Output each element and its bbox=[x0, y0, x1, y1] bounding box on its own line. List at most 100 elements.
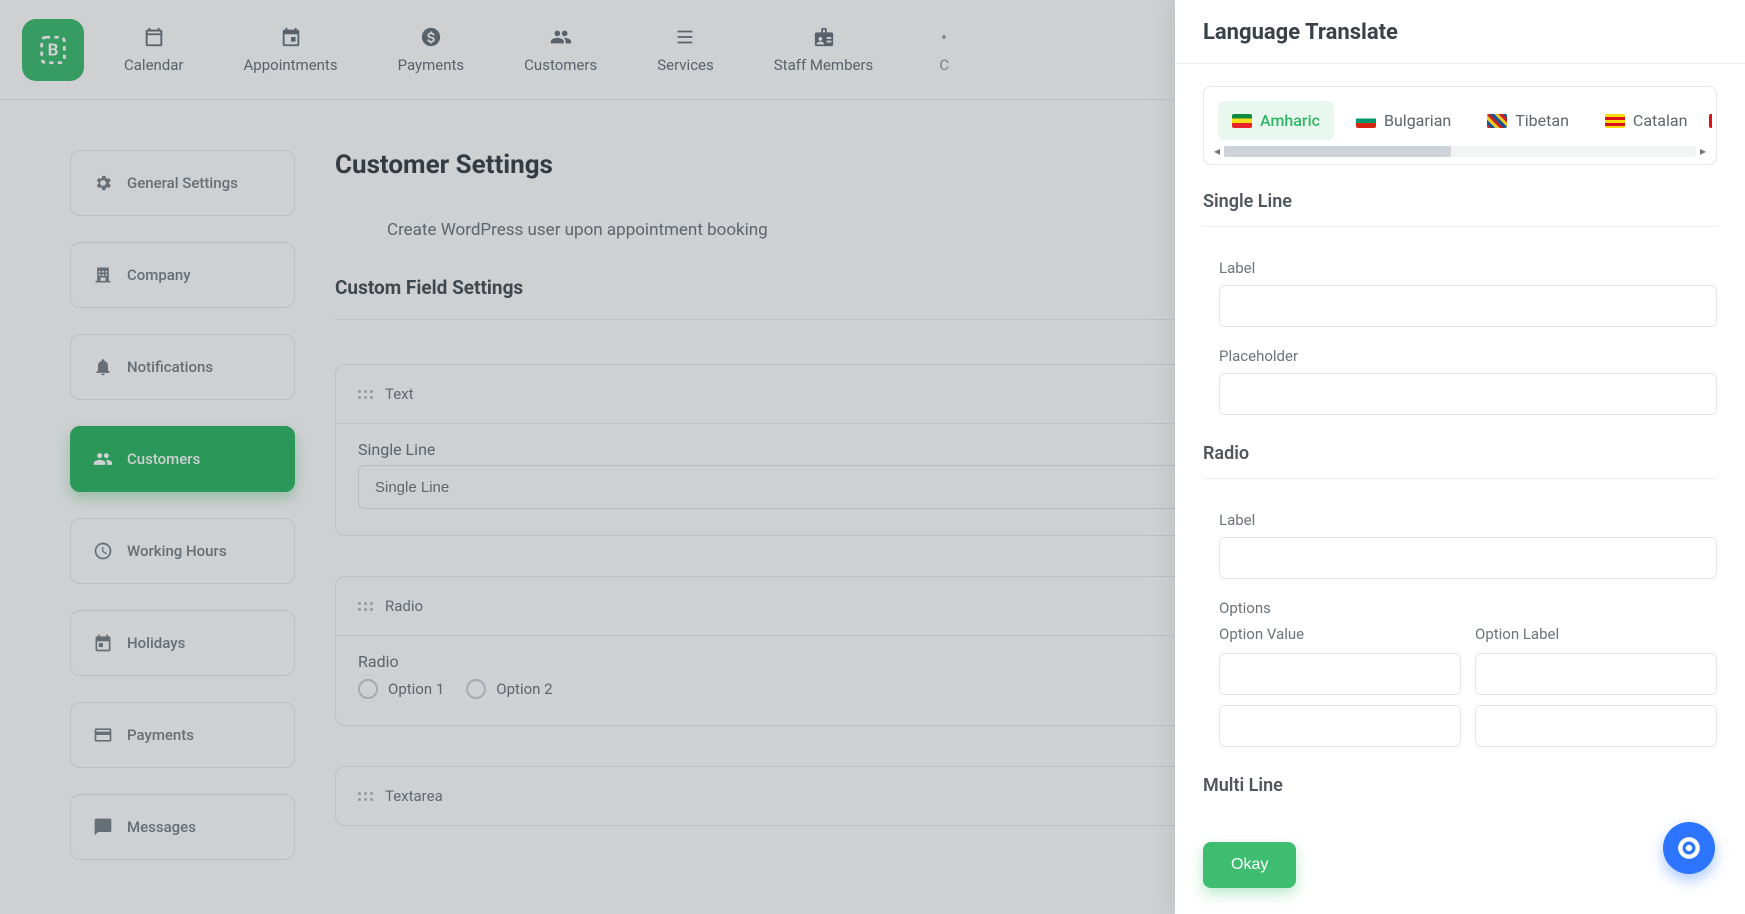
gear-icon bbox=[93, 173, 113, 193]
language-scrollbar[interactable]: ◂ ▸ bbox=[1208, 144, 1712, 160]
language-translate-drawer: Language Translate Amharic Bulgarian Tib… bbox=[1175, 0, 1745, 914]
sidebar-label: Payments bbox=[127, 726, 194, 744]
language-tabs-container: Amharic Bulgarian Tibetan Catalan bbox=[1203, 86, 1717, 165]
option-value-input-2[interactable] bbox=[1219, 705, 1461, 747]
list-icon bbox=[674, 26, 696, 48]
nav-label: Customers bbox=[524, 56, 597, 74]
more-icon bbox=[933, 26, 955, 48]
nav-label: Calendar bbox=[124, 56, 184, 74]
lang-tab-tibetan[interactable]: Tibetan bbox=[1473, 101, 1583, 140]
lifebuoy-icon bbox=[1676, 835, 1702, 861]
people-icon bbox=[93, 449, 113, 469]
nav-more[interactable]: C bbox=[933, 26, 955, 74]
lang-tab-amharic[interactable]: Amharic bbox=[1218, 101, 1334, 140]
radio-label-input[interactable] bbox=[1219, 537, 1717, 579]
nav-label: Staff Members bbox=[774, 56, 874, 74]
label-field-label: Label bbox=[1219, 259, 1717, 277]
okay-button[interactable]: Okay bbox=[1203, 842, 1296, 888]
single-line-label-input[interactable] bbox=[1219, 285, 1717, 327]
nav-payments[interactable]: Payments bbox=[398, 26, 465, 74]
drag-handle-icon[interactable] bbox=[358, 602, 373, 611]
app-logo[interactable]: B bbox=[22, 19, 84, 81]
flag-tibet-icon bbox=[1487, 114, 1507, 128]
section-single-line-title: Single Line bbox=[1203, 191, 1717, 227]
nav-appointments[interactable]: Appointments bbox=[244, 26, 338, 74]
nav-label: Payments bbox=[398, 56, 465, 74]
language-tabs: Amharic Bulgarian Tibetan Catalan bbox=[1208, 101, 1712, 144]
nav-customers[interactable]: Customers bbox=[524, 26, 597, 74]
scroll-thumb[interactable] bbox=[1224, 146, 1451, 157]
sidebar-label: General Settings bbox=[127, 174, 238, 192]
flag-partial-icon bbox=[1709, 114, 1712, 128]
sidebar-label: Notifications bbox=[127, 358, 213, 376]
sidebar-label: Working Hours bbox=[127, 542, 227, 560]
option-value-input-1[interactable] bbox=[1219, 653, 1461, 695]
section-radio-title: Radio bbox=[1203, 443, 1717, 479]
nav-label: Appointments bbox=[244, 56, 338, 74]
lang-tab-bulgarian[interactable]: Bulgarian bbox=[1342, 101, 1465, 140]
lang-name: Catalan bbox=[1633, 111, 1687, 130]
drawer-footer: Okay bbox=[1175, 824, 1745, 914]
nav-calendar[interactable]: Calendar bbox=[124, 26, 184, 74]
scroll-left-icon[interactable]: ◂ bbox=[1210, 144, 1224, 158]
sidebar-general-settings[interactable]: General Settings bbox=[70, 150, 295, 216]
drawer-header: Language Translate bbox=[1175, 0, 1745, 64]
radio-fields: Label Options Option Value Option Label bbox=[1203, 491, 1717, 765]
drag-handle-icon[interactable] bbox=[358, 792, 373, 801]
help-fab[interactable] bbox=[1663, 822, 1715, 874]
sidebar-customers[interactable]: Customers bbox=[70, 426, 295, 492]
option-label-header: Option Label bbox=[1475, 625, 1717, 643]
clock-icon bbox=[93, 541, 113, 561]
radio-icon bbox=[466, 679, 486, 699]
sidebar-label: Company bbox=[127, 266, 191, 284]
radio-icon bbox=[358, 679, 378, 699]
nav-label: Services bbox=[657, 56, 714, 74]
calendar-event-icon bbox=[93, 633, 113, 653]
option-label-input-2[interactable] bbox=[1475, 705, 1717, 747]
lang-name: Tibetan bbox=[1515, 111, 1569, 130]
option-label-input-1[interactable] bbox=[1475, 653, 1717, 695]
scroll-track[interactable] bbox=[1224, 146, 1696, 157]
single-line-placeholder-input[interactable] bbox=[1219, 373, 1717, 415]
options-header: Option Value Option Label bbox=[1219, 625, 1717, 643]
sidebar-messages[interactable]: Messages bbox=[70, 794, 295, 860]
lang-name: Amharic bbox=[1260, 111, 1320, 130]
sidebar-label: Messages bbox=[127, 818, 196, 836]
sidebar-company[interactable]: Company bbox=[70, 242, 295, 308]
credit-card-icon bbox=[93, 725, 113, 745]
radio-option-label: Option 1 bbox=[388, 680, 444, 698]
radio-option-2[interactable]: Option 2 bbox=[466, 679, 552, 699]
sidebar-notifications[interactable]: Notifications bbox=[70, 334, 295, 400]
options-label: Options bbox=[1219, 599, 1717, 617]
checkbox-label: Create WordPress user upon appointment b… bbox=[387, 220, 768, 240]
option-value-header: Option Value bbox=[1219, 625, 1461, 643]
lang-tab-catalan[interactable]: Catalan bbox=[1591, 101, 1701, 140]
nav-label: C bbox=[939, 56, 949, 74]
placeholder-field-label: Placeholder bbox=[1219, 347, 1717, 365]
sidebar-working-hours[interactable]: Working Hours bbox=[70, 518, 295, 584]
scroll-right-icon[interactable]: ▸ bbox=[1696, 144, 1710, 158]
section-multi-line-title: Multi Line bbox=[1203, 775, 1717, 796]
sidebar-payments[interactable]: Payments bbox=[70, 702, 295, 768]
lang-tab-more[interactable] bbox=[1709, 101, 1712, 140]
flag-bulgaria-icon bbox=[1356, 114, 1376, 128]
flag-catalonia-icon bbox=[1605, 114, 1625, 128]
lang-name: Bulgarian bbox=[1384, 111, 1451, 130]
calendar-icon bbox=[143, 26, 165, 48]
drawer-body: Amharic Bulgarian Tibetan Catalan bbox=[1175, 64, 1745, 824]
sidebar-holidays[interactable]: Holidays bbox=[70, 610, 295, 676]
card-title: Textarea bbox=[385, 787, 443, 805]
card-title: Radio bbox=[385, 597, 423, 615]
bell-icon bbox=[93, 357, 113, 377]
drag-handle-icon[interactable] bbox=[358, 390, 373, 399]
event-icon bbox=[280, 26, 302, 48]
sidebar-label: Customers bbox=[127, 450, 200, 468]
single-line-fields: Label Placeholder bbox=[1203, 239, 1717, 433]
building-icon bbox=[93, 265, 113, 285]
nav-staff[interactable]: Staff Members bbox=[774, 26, 874, 74]
radio-option-1[interactable]: Option 1 bbox=[358, 679, 444, 699]
money-icon bbox=[420, 26, 442, 48]
nav-services[interactable]: Services bbox=[657, 26, 714, 74]
card-title: Text bbox=[385, 385, 414, 403]
option-row-2 bbox=[1219, 705, 1717, 747]
